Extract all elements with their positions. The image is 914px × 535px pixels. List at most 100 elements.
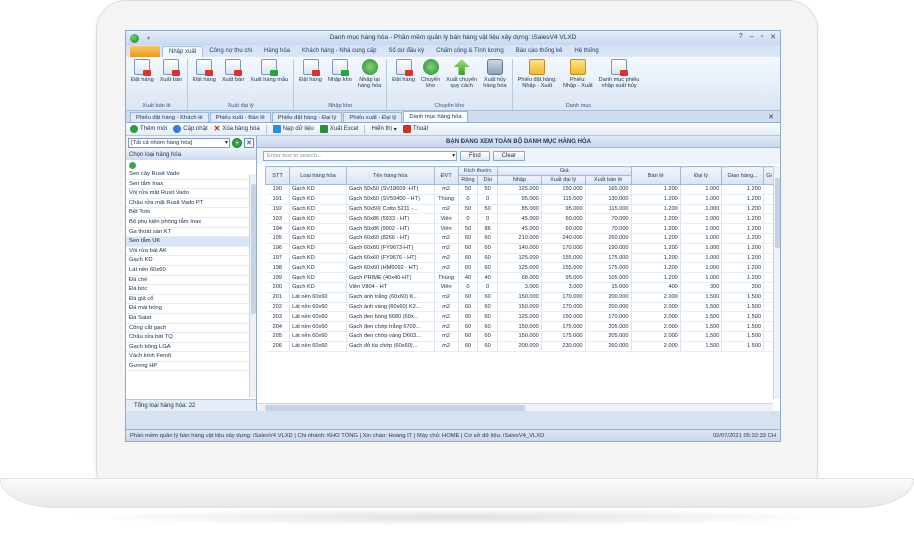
scroll-thumb[interactable]: [265, 405, 525, 411]
col-dai[interactable]: Dài: [477, 175, 498, 185]
tab-danh-muc-hang-hoa[interactable]: Danh mục hàng hóa: [403, 111, 468, 122]
refresh-icon[interactable]: [129, 161, 136, 169]
ribbon-xuat-hang-mau-button[interactable]: Xuất hàng mẫu: [247, 59, 291, 102]
category-item[interactable]: Vòi rửa mặt Rusit Vado: [126, 189, 256, 199]
table-row[interactable]: 201 Lát nền 60x60 Gạch ánh trắng (60x60) K…: [265, 292, 776, 303]
category-item[interactable]: Đá mài bóng: [126, 304, 256, 314]
category-item[interactable]: Sen cây Rusit Vado: [126, 170, 256, 180]
ribbon-chuyen-kho-button[interactable]: Chuyển kho: [418, 59, 443, 102]
ribbon-xuat-ban-dl-button[interactable]: Xuất bán: [219, 59, 247, 102]
category-item[interactable]: Công cắt gạch: [126, 324, 256, 334]
find-button[interactable]: Find: [460, 151, 490, 161]
table-row[interactable]: 203 Lát nền 60x60 Gạch đen bóng 6680 (60x.…: [265, 311, 776, 323]
search-input[interactable]: Enter text to search...: [263, 151, 457, 161]
col-ban-le[interactable]: Bán lẻ: [630, 166, 681, 185]
table-row[interactable]: 205 Lát nền 60x60 Gạch đen chớp vàng D603.…: [265, 331, 776, 342]
add-group-icon[interactable]: +: [232, 138, 242, 148]
category-item[interactable]: Ga thoát sàn KT: [126, 228, 256, 238]
category-item[interactable]: Gương HP: [126, 362, 256, 372]
col-dvt[interactable]: ĐVT: [433, 166, 459, 185]
table-row[interactable]: 199 Gạch KD Gạch PRIME (40x40-HT) Thùng 40 40…: [265, 272, 776, 283]
maximize-icon[interactable]: ▫: [761, 33, 763, 41]
table-row[interactable]: 204 Lát nền 60x60 Gạch đen chớp trắng 6709…: [265, 321, 776, 332]
ribbon-dat-hang-le-button[interactable]: Đặt hàng: [128, 59, 157, 102]
ribbon-phieu-dat-hang-button[interactable]: Phiếu đặt hàng: Nhập - Xuất: [515, 59, 560, 102]
category-item[interactable]: Chậu rửa mặt Rusit Vado PT: [126, 199, 256, 209]
col-xuat-ban-le[interactable]: Xuất bán lẻ: [584, 175, 632, 185]
menu-cham-cong[interactable]: Chấm công & Tính lương: [430, 46, 510, 57]
ribbon-xuat-ban-le-button[interactable]: Xuất bán: [157, 59, 185, 102]
col-nhap[interactable]: Nhập: [497, 175, 542, 185]
tab-xuat-dai-ly[interactable]: Phiếu xuất - Đại lý: [343, 112, 403, 122]
ribbon-dat-hang-ck-button[interactable]: Đặt hàng: [389, 59, 418, 102]
add-button[interactable]: Thêm mới: [130, 125, 167, 133]
category-item[interactable]: Chậu rửa bát TQ: [126, 333, 256, 343]
app-menu-button[interactable]: [130, 46, 160, 57]
table-row[interactable]: 206 Lát nền 60x60 Gạch đỏ tía chớp (60x60)…: [265, 341, 776, 352]
clear-button[interactable]: Clear: [492, 151, 526, 161]
category-item[interactable]: Bộ phụ kiện phòng tắm Inax: [126, 218, 256, 228]
ribbon-dat-hang-dl-button[interactable]: Đặt hàng: [190, 59, 219, 102]
tab-xuat-ban-le[interactable]: Phiếu xuất - Bán lẻ: [209, 112, 271, 122]
col-xuat-dai-ly[interactable]: Xuất đại lý: [540, 175, 586, 185]
col-rong[interactable]: Rộng: [457, 175, 479, 185]
col-loai[interactable]: Loại hàng hóa: [289, 166, 347, 185]
category-item[interactable]: Đá giả cổ: [126, 295, 256, 305]
import-button[interactable]: Nạp dữ liệu: [272, 125, 314, 133]
group-filter-select[interactable]: [Tất cả nhóm hàng hóa]: [128, 138, 230, 148]
table-row[interactable]: 195 Gạch KD Gạch 60x60 (8266 - HT) m2 60 60 21…: [265, 233, 776, 244]
category-item[interactable]: Sen tắm UK: [126, 237, 256, 247]
category-item[interactable]: Sen tắm Inax: [126, 180, 256, 190]
ribbon-dat-hang-nk-button[interactable]: Đặt hàng: [296, 59, 325, 102]
category-item[interactable]: Gạch KD: [126, 256, 256, 266]
menu-khach-hang[interactable]: Khách hàng - Nhà cung cấp: [296, 46, 382, 57]
col-stt[interactable]: STT: [264, 166, 291, 185]
scroll-thumb[interactable]: [251, 184, 256, 314]
scroll-thumb[interactable]: [775, 178, 780, 248]
export-excel-button[interactable]: Xuất Excel: [319, 125, 358, 133]
col-giao-hang[interactable]: Giao hàng...: [721, 166, 764, 185]
menu-he-thong[interactable]: Hệ thống: [568, 46, 604, 57]
ribbon-xuat-huy-button[interactable]: Xuất hủy hàng hóa: [480, 59, 509, 102]
table-row[interactable]: 192 Gạch KD Gạch 50x50( Cotto 5211 -... m2 5…: [265, 204, 776, 215]
ribbon-nhap-kho-button[interactable]: Nhập kho: [325, 59, 355, 102]
table-row[interactable]: 194 Gạch KD Gạch 50x86 (9902 - HT) Viên 50 86…: [265, 223, 776, 234]
table-row[interactable]: 197 Gạch KD Gạch 60x60 (FY9676 - HT) m2 60 60…: [265, 253, 776, 264]
category-item[interactable]: Đá Salat: [126, 314, 256, 324]
table-row[interactable]: 198 Gạch KD Gạch 60x60 (HM6092 - HT) m2 60 60…: [265, 262, 776, 274]
category-item[interactable]: Gạch bông LGA: [126, 343, 256, 353]
clear-filter-icon[interactable]: ✕: [244, 138, 254, 148]
table-row[interactable]: 196 Gạch KD Gạch 60x60 (FY9673-HT) m2 60 60 14…: [265, 243, 776, 254]
menu-so-du[interactable]: Sổ dư đầu kỳ: [382, 46, 430, 57]
table-row[interactable]: 191 Gạch KD Gạch 50x50 (SV59400 - HT) Thùng…: [265, 194, 776, 205]
category-scrollbar[interactable]: [249, 174, 256, 397]
table-row[interactable]: 190 Gạch KD Gạch 50x50 (SV18609 -HT) m2 50 50…: [265, 184, 776, 195]
grid-horizontal-scrollbar[interactable]: [257, 403, 773, 411]
close-icon[interactable]: ✕: [770, 33, 776, 41]
close-tab-icon[interactable]: ✕: [768, 113, 774, 121]
category-item[interactable]: Lát nền 60x60: [126, 266, 256, 276]
ribbon-phieu-nhap-xuat-button[interactable]: Phiếu: Nhập - Xuất: [560, 59, 596, 102]
grid-vertical-scrollbar[interactable]: [773, 166, 780, 399]
minimize-icon[interactable]: –: [750, 33, 754, 41]
table-row[interactable]: 202 Lát nền 60x60 Gạch ánh vàng (60x60) K2…: [265, 302, 776, 313]
menu-bao-cao[interactable]: Báo cáo thống kê: [510, 46, 569, 57]
table-row[interactable]: 200 Gạch KD Viên V804 - HT Viên 0 0 3.000 3.000…: [265, 282, 776, 293]
category-item[interactable]: Đá chẻ: [126, 276, 256, 286]
ribbon-xuat-chuyen-button[interactable]: Xuất chuyển quy cách: [443, 59, 480, 102]
col-dai-ly[interactable]: Đại lý: [679, 166, 723, 185]
category-item[interactable]: Vòi rửa bát AK: [126, 247, 256, 257]
delete-button[interactable]: ✕ Xóa hàng hóa: [214, 125, 260, 133]
menu-nhap-xuat[interactable]: Nhập xuất: [162, 46, 204, 57]
category-item[interactable]: Vách kính Fendi: [126, 352, 256, 362]
menu-cong-no[interactable]: Công nợ thu chi: [203, 46, 258, 57]
help-icon[interactable]: ?: [739, 33, 743, 41]
tab-dat-hang-khach-le[interactable]: Phiếu đặt hàng - Khách lẻ: [130, 112, 209, 122]
tab-dat-hang-dai-ly[interactable]: Phiếu đặt hàng - Đại lý: [271, 112, 343, 122]
category-item[interactable]: Bệt Toto: [126, 208, 256, 218]
view-dropdown[interactable]: Hiển thị ▾: [371, 126, 396, 133]
ribbon-phieu-huy-button[interactable]: Danh mục phiếu nhập xuất hủy: [596, 59, 643, 102]
exit-button[interactable]: Thoát: [402, 125, 428, 133]
col-ten[interactable]: Tên hàng hóa: [345, 166, 435, 185]
ribbon-nhap-lai-button[interactable]: Nhập lại hàng hóa: [355, 59, 384, 102]
